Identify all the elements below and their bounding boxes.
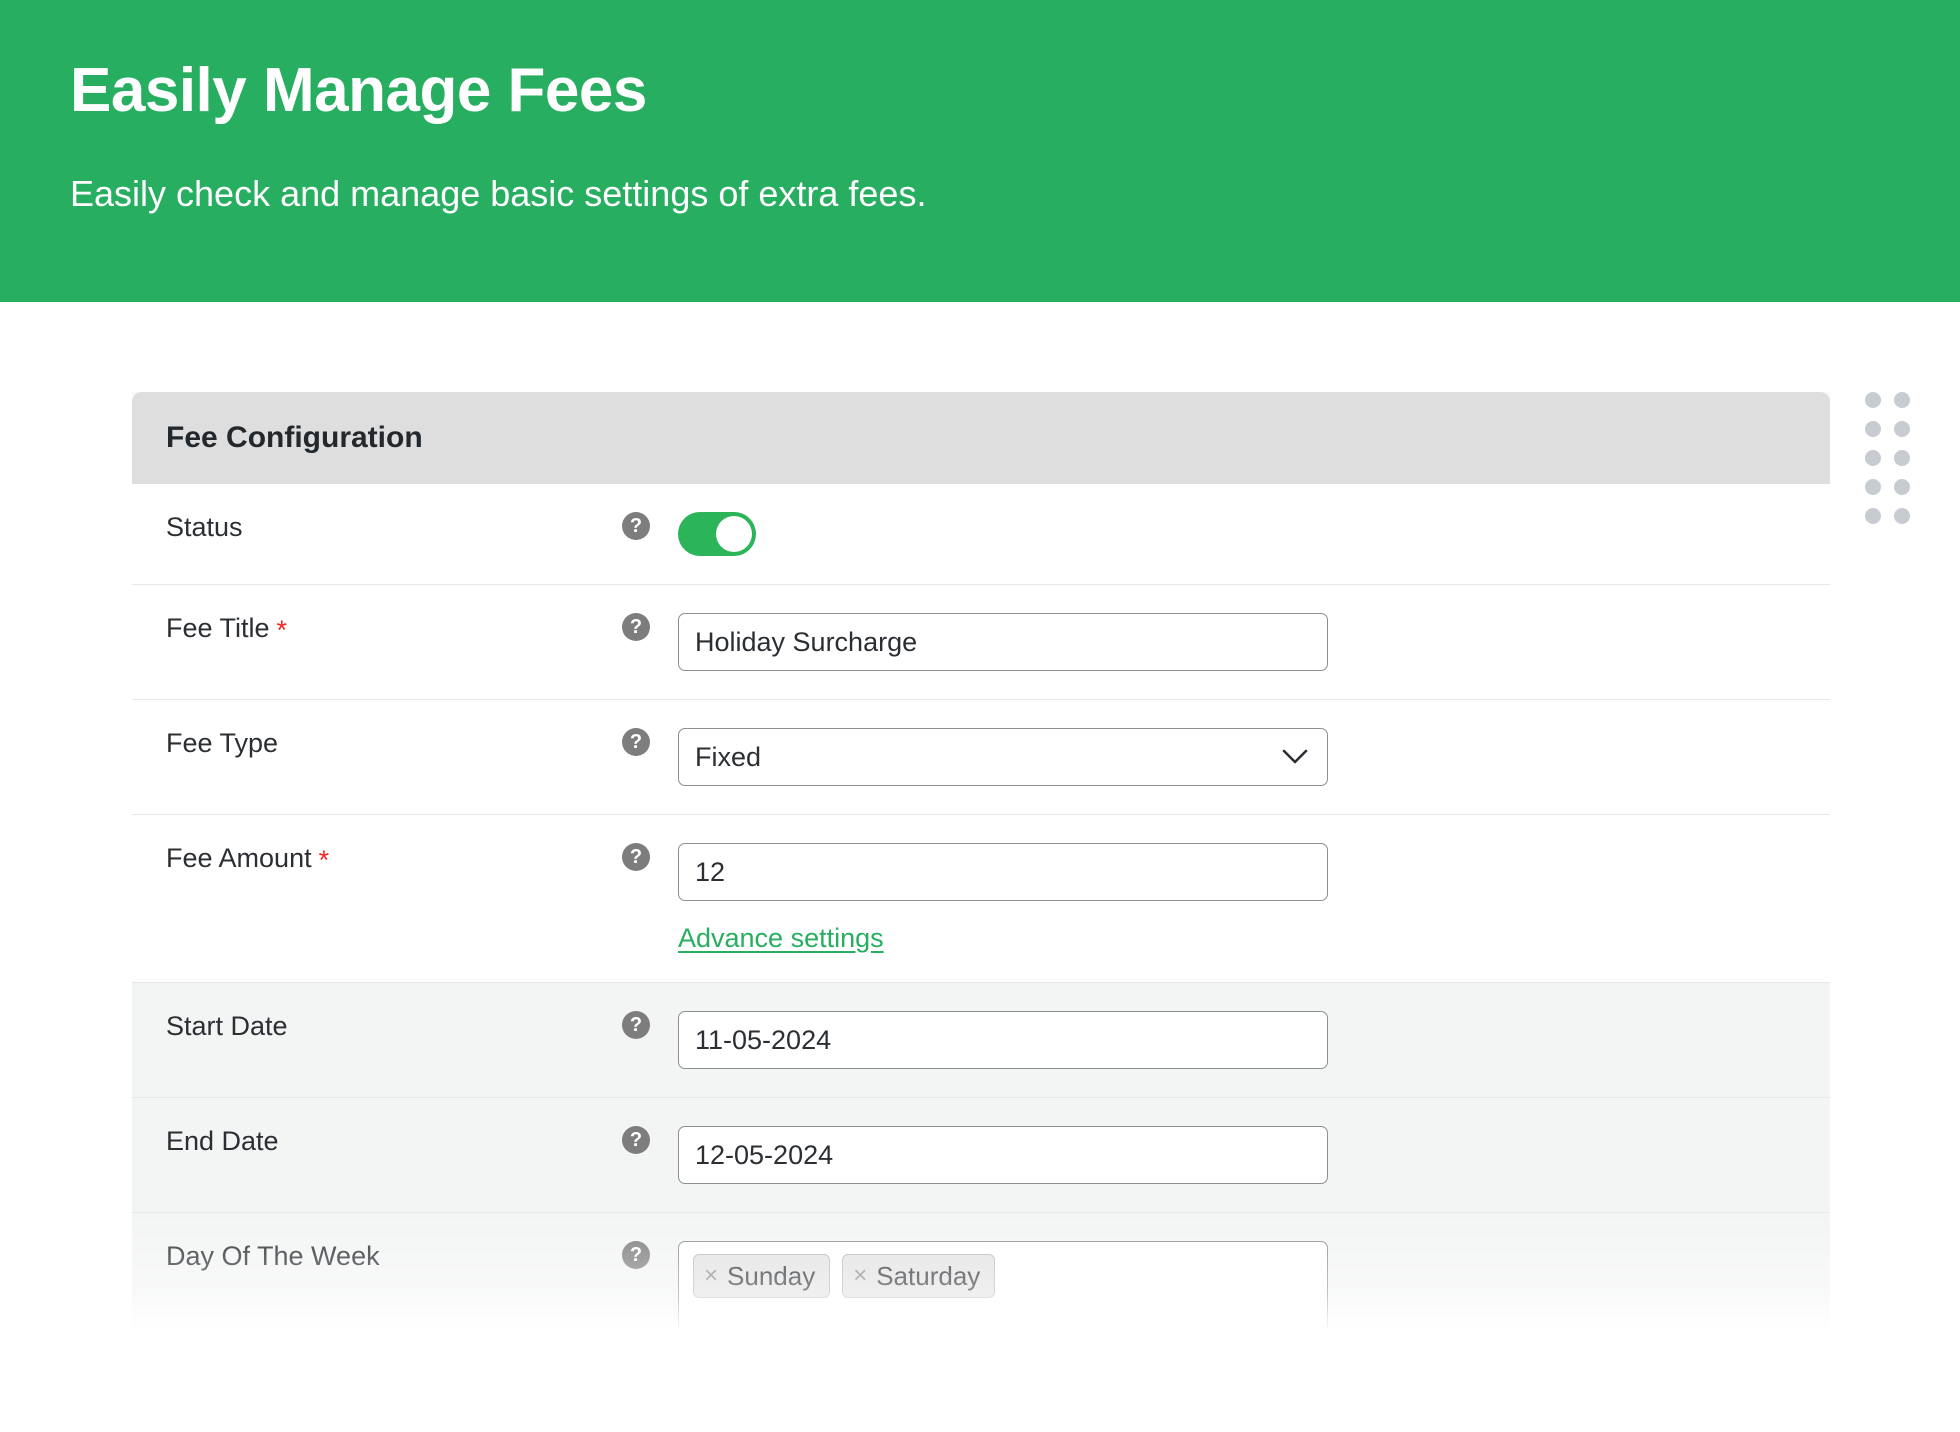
fee-title-input[interactable] xyxy=(678,613,1328,671)
dot xyxy=(1865,450,1881,466)
tag-label: Sunday xyxy=(727,1261,815,1292)
status-control xyxy=(678,512,1830,556)
start-date-control xyxy=(678,1011,1830,1069)
fee-type-select[interactable] xyxy=(678,728,1328,786)
dot xyxy=(1865,508,1881,524)
dot xyxy=(1894,450,1910,466)
question-mark-icon[interactable]: ? xyxy=(622,1241,650,1269)
dot-grid-decoration xyxy=(1865,392,1923,537)
fee-amount-input[interactable] xyxy=(678,843,1328,901)
remove-icon[interactable]: × xyxy=(704,1264,718,1288)
remove-icon[interactable]: × xyxy=(853,1264,867,1288)
status-label-wrap: Status xyxy=(132,512,622,543)
dot xyxy=(1865,392,1881,408)
fee-type-control xyxy=(678,728,1830,786)
required-marker: * xyxy=(277,617,288,644)
advance-settings-link[interactable]: Advance settings xyxy=(678,923,884,954)
fee-type-select-wrap xyxy=(678,728,1328,786)
end-date-label-wrap: End Date xyxy=(132,1126,622,1157)
dot xyxy=(1865,421,1881,437)
fee-type-label: Fee Type xyxy=(166,728,278,759)
day-of-week-control: × Sunday × Saturday xyxy=(678,1241,1830,1332)
start-date-label: Start Date xyxy=(166,1011,288,1042)
fee-amount-help-wrap: ? xyxy=(622,843,678,871)
fee-amount-label: Fee Amount xyxy=(166,843,312,874)
form-row-status: Status ? xyxy=(132,484,1830,584)
fee-title-label-wrap: Fee Title * xyxy=(132,613,622,644)
status-label: Status xyxy=(166,512,243,543)
form-row-start-date: Start Date ? xyxy=(132,982,1830,1097)
form-row-end-date: End Date ? xyxy=(132,1097,1830,1212)
form-row-fee-type: Fee Type ? xyxy=(132,699,1830,814)
day-of-week-label-wrap: Day Of The Week xyxy=(132,1241,622,1272)
hero-banner: Easily Manage Fees Easily check and mana… xyxy=(0,0,1960,302)
end-date-input[interactable] xyxy=(678,1126,1328,1184)
tag-label: Saturday xyxy=(876,1261,980,1292)
fee-configuration-card: Fee Configuration Status ? xyxy=(132,392,1830,1332)
question-mark-icon[interactable]: ? xyxy=(622,843,650,871)
day-of-week-multiselect[interactable]: × Sunday × Saturday xyxy=(678,1241,1328,1332)
question-mark-icon[interactable]: ? xyxy=(622,512,650,540)
form-row-fee-amount: Fee Amount * ? Advance settings xyxy=(132,814,1830,982)
card-header: Fee Configuration xyxy=(132,392,1830,484)
question-mark-icon[interactable]: ? xyxy=(622,613,650,641)
page-title: Easily Manage Fees xyxy=(70,58,647,123)
fee-amount-label-wrap: Fee Amount * xyxy=(132,843,622,874)
page-subtitle: Easily check and manage basic settings o… xyxy=(70,172,926,215)
end-date-help-wrap: ? xyxy=(622,1126,678,1154)
start-date-help-wrap: ? xyxy=(622,1011,678,1039)
question-mark-icon[interactable]: ? xyxy=(622,1011,650,1039)
question-mark-icon[interactable]: ? xyxy=(622,1126,650,1154)
dot xyxy=(1894,421,1910,437)
end-date-label: End Date xyxy=(166,1126,279,1157)
fee-configuration-card-wrapper: Fee Configuration Status ? xyxy=(132,392,1830,1332)
fee-amount-control: Advance settings xyxy=(678,843,1830,954)
fee-type-label-wrap: Fee Type xyxy=(132,728,622,759)
status-toggle[interactable] xyxy=(678,512,756,556)
required-marker: * xyxy=(319,847,330,874)
fee-title-label: Fee Title xyxy=(166,613,270,644)
page-root: Easily Manage Fees Easily check and mana… xyxy=(0,0,1960,1432)
start-date-label-wrap: Start Date xyxy=(132,1011,622,1042)
end-date-control xyxy=(678,1126,1830,1184)
tag-saturday[interactable]: × Saturday xyxy=(842,1254,995,1298)
question-mark-icon[interactable]: ? xyxy=(622,728,650,756)
form-row-day-of-week: Day Of The Week ? × Sunday × xyxy=(132,1212,1830,1332)
dot xyxy=(1894,392,1910,408)
start-date-input[interactable] xyxy=(678,1011,1328,1069)
day-of-week-help-wrap: ? xyxy=(622,1241,678,1269)
fee-title-help-wrap: ? xyxy=(622,613,678,641)
day-of-week-label: Day Of The Week xyxy=(166,1241,380,1272)
form-row-fee-title: Fee Title * ? xyxy=(132,584,1830,699)
fee-type-help-wrap: ? xyxy=(622,728,678,756)
dot xyxy=(1865,479,1881,495)
dot xyxy=(1894,508,1910,524)
fee-title-control xyxy=(678,613,1830,671)
dot xyxy=(1894,479,1910,495)
tag-sunday[interactable]: × Sunday xyxy=(693,1254,830,1298)
status-help-wrap: ? xyxy=(622,512,678,540)
toggle-knob xyxy=(716,516,752,552)
card-header-title: Fee Configuration xyxy=(166,421,423,455)
